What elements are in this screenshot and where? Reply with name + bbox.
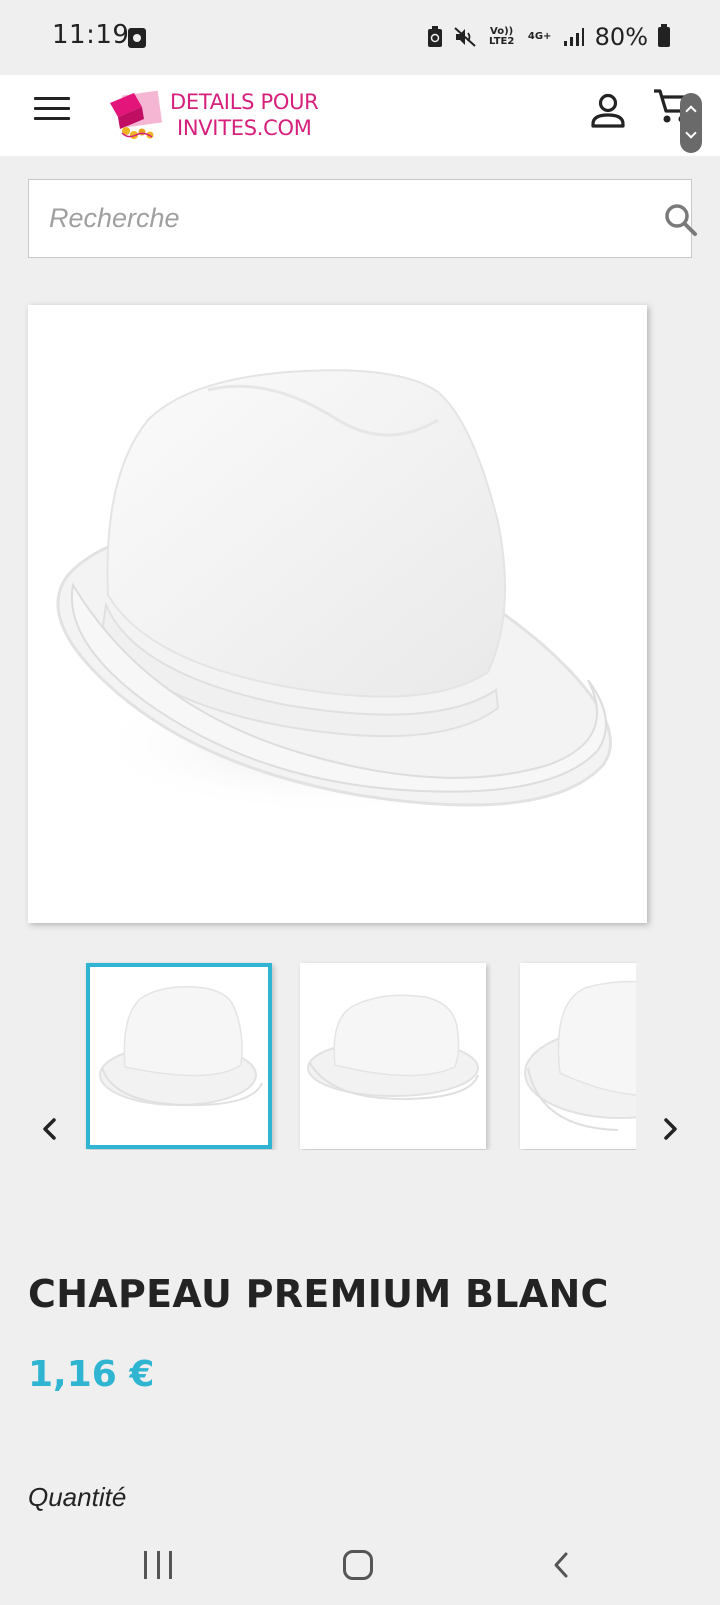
chevron-right-icon[interactable] — [656, 1115, 684, 1143]
hamburger-menu-icon[interactable] — [34, 97, 70, 123]
search-box — [28, 179, 697, 258]
status-bar: 11:19 Vo)) LTE2 4G+ 80% — [0, 0, 720, 75]
logo-text: DETAILS POUR INVITES.COM — [170, 89, 319, 141]
battery-icon — [658, 24, 670, 47]
battery-percent: 80% — [594, 23, 648, 51]
home-icon[interactable] — [343, 1550, 373, 1580]
user-icon[interactable] — [588, 91, 628, 131]
logo-text-line2: INVITES.COM — [176, 116, 312, 140]
mute-icon — [453, 27, 476, 47]
status-time: 11:19 — [52, 20, 130, 50]
hat-thumbnail-image — [99, 986, 263, 1107]
network-type-indicator: 4G+ — [527, 31, 552, 42]
thumbnail-3[interactable] — [520, 963, 636, 1149]
quantity-label: Quantité — [28, 1482, 127, 1512]
white-hat-image — [56, 369, 612, 815]
search-icon[interactable] — [663, 202, 699, 238]
volte-indicator: Vo)) LTE2 — [488, 26, 515, 47]
back-icon[interactable] — [548, 1551, 576, 1579]
logo-text-line1: DETAILS POUR — [170, 90, 319, 114]
hat-thumbnail-image — [524, 980, 636, 1131]
product-main-image[interactable] — [28, 305, 647, 923]
signal-icon — [563, 28, 584, 46]
site-logo[interactable]: DETAILS POUR INVITES.COM — [104, 81, 344, 149]
search-input[interactable] — [29, 180, 629, 257]
site-header: DETAILS POUR INVITES.COM — [0, 75, 720, 156]
product-price: 1,16 € — [28, 1354, 155, 1395]
gift-box-logo-icon — [110, 90, 163, 139]
page-scroll-handle[interactable] — [680, 93, 702, 153]
status-indicators: Vo)) LTE2 4G+ 80% — [427, 20, 670, 54]
chevron-left-icon[interactable] — [36, 1115, 64, 1143]
thumbnail-2[interactable] — [300, 963, 486, 1149]
recent-apps-icon[interactable] — [144, 1551, 172, 1579]
system-nav-bar — [0, 1525, 720, 1605]
thumbnail-1[interactable] — [86, 963, 272, 1149]
battery-saver-icon — [427, 26, 442, 47]
clock-notification-icon — [128, 28, 146, 48]
hat-thumbnail-image — [307, 994, 479, 1101]
product-title: CHAPEAU PREMIUM BLANC — [28, 1272, 609, 1316]
thumbnail-carousel — [84, 960, 636, 1150]
